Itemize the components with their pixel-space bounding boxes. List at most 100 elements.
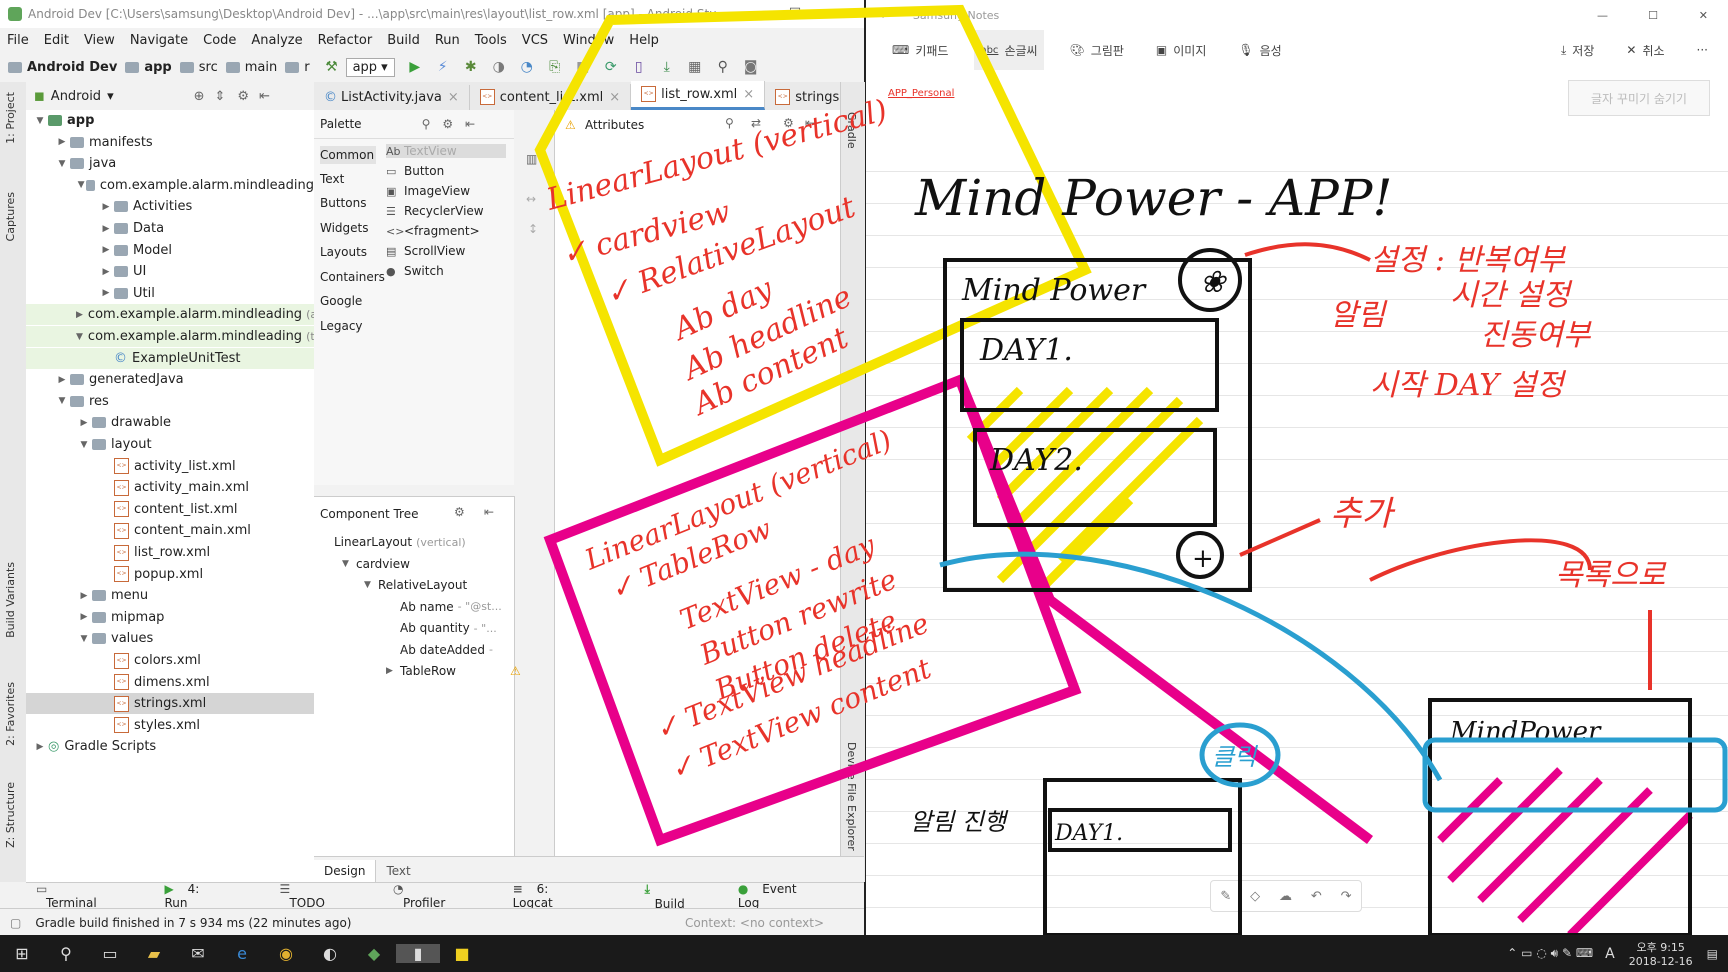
- tool-tab-gradle[interactable]: Gradle: [845, 112, 858, 149]
- back-arrow-icon[interactable]: ←: [880, 8, 891, 23]
- tree-item[interactable]: <> content_list.xml: [26, 499, 314, 520]
- tree-item[interactable]: <> popup.xml: [26, 564, 314, 585]
- close-icon[interactable]: ×: [448, 90, 459, 105]
- hide-icon[interactable]: ⇤: [259, 89, 270, 104]
- make-hammer-icon[interactable]: ⚒: [323, 58, 341, 76]
- chevron-right-icon[interactable]: ▶: [54, 137, 70, 147]
- note-canvas[interactable]: [866, 140, 1728, 935]
- search-icon[interactable]: ⚲: [725, 116, 734, 130]
- chevron-down-icon[interactable]: ▾: [107, 89, 114, 104]
- undo-icon[interactable]: ↶: [1311, 889, 1322, 904]
- sdk-manager-icon[interactable]: ⤓: [658, 58, 676, 76]
- warning-icon[interactable]: ⚠: [510, 664, 521, 678]
- menu-refactor[interactable]: Refactor: [318, 33, 373, 48]
- chevron-down-icon[interactable]: ▼: [364, 580, 378, 590]
- tool-tab-device-file-explorer[interactable]: Device File Explorer: [845, 742, 858, 851]
- tree-item[interactable]: ▶ UI: [26, 261, 314, 282]
- chevron-down-icon[interactable]: ▼: [32, 116, 48, 126]
- chevron-right-icon[interactable]: ▶: [98, 245, 114, 255]
- tree-item[interactable]: ▼ res: [26, 391, 314, 412]
- resize-horizontal-icon[interactable]: ↔: [526, 192, 536, 206]
- chevron-right-icon[interactable]: ▶: [98, 224, 114, 234]
- menu-file[interactable]: File: [7, 33, 29, 48]
- sticky-notes-icon[interactable]: ■: [440, 944, 484, 963]
- tree-item[interactable]: <> strings.xml: [26, 693, 314, 715]
- chevron-right-icon[interactable]: ▶: [98, 267, 114, 277]
- sync-gradle-icon[interactable]: ⟳: [602, 58, 620, 76]
- minimize-icon[interactable]: —: [1597, 9, 1608, 22]
- coverage-icon[interactable]: ◑: [490, 58, 508, 76]
- tool-tab-build-variants[interactable]: Build Variants: [4, 562, 17, 638]
- task-view-icon[interactable]: ▭: [88, 944, 132, 963]
- user-icon[interactable]: ◙: [742, 58, 760, 76]
- tab-content-list[interactable]: <> content_list.xml ×: [470, 84, 632, 110]
- component-tree-item[interactable]: LinearLayout (vertical): [320, 535, 466, 549]
- attach-debugger-icon[interactable]: ⎘: [546, 58, 564, 76]
- project-structure-icon[interactable]: ▦: [686, 58, 704, 76]
- start-icon[interactable]: ⊞: [0, 944, 44, 963]
- tool-drawing[interactable]: 🎨︎ 그림판: [1064, 30, 1130, 70]
- tool-tab-favorites[interactable]: 2: Favorites: [4, 682, 17, 746]
- search-icon[interactable]: ⚲: [44, 944, 88, 963]
- tree-item[interactable]: ▼ layout: [26, 434, 314, 455]
- debug-icon[interactable]: ✱: [462, 58, 480, 76]
- menu-analyze[interactable]: Analyze: [251, 33, 302, 48]
- chevron-right-icon[interactable]: ▶: [76, 612, 92, 622]
- chevron-right-icon[interactable]: ▶: [76, 418, 92, 428]
- tree-item[interactable]: ▶ manifests: [26, 132, 314, 153]
- event-log-button[interactable]: ● Event Log: [738, 882, 840, 910]
- tree-item[interactable]: ▶ drawable: [26, 412, 314, 433]
- app-icon[interactable]: ◐: [308, 944, 352, 963]
- warning-icon[interactable]: ⚠: [565, 118, 576, 132]
- hide-icon[interactable]: ⇤: [484, 505, 494, 519]
- tree-item[interactable]: ▶ ◎ Gradle Scripts: [26, 736, 314, 757]
- component-tree-item[interactable]: ▼ cardview: [342, 557, 414, 571]
- project-view-select[interactable]: Android: [51, 89, 101, 104]
- tab-text[interactable]: Text: [376, 860, 420, 882]
- chevron-down-icon[interactable]: ▼: [76, 180, 86, 190]
- close-icon[interactable]: ×: [743, 87, 754, 102]
- chevron-down-icon[interactable]: ▼: [76, 440, 92, 450]
- hide-icon[interactable]: ⇤: [465, 117, 475, 131]
- chevron-right-icon[interactable]: ▶: [76, 591, 92, 601]
- palette-item-imageview[interactable]: ▣ ImageView: [386, 184, 470, 198]
- tree-item[interactable]: ▶ Model: [26, 240, 314, 261]
- palette-category-buttons[interactable]: Buttons: [320, 196, 366, 210]
- tree-item[interactable]: ▶ generatedJava: [26, 369, 314, 390]
- chevron-right-icon[interactable]: ▶: [32, 742, 48, 752]
- mail-icon[interactable]: ✉: [176, 944, 220, 963]
- breadcrumb-src[interactable]: src: [179, 60, 218, 75]
- edge-icon[interactable]: e: [220, 944, 264, 963]
- palette-category-text[interactable]: Text: [320, 172, 344, 186]
- tree-item[interactable]: ▼ values: [26, 628, 314, 649]
- chevron-right-icon[interactable]: ▶: [54, 375, 70, 385]
- chrome-icon[interactable]: ◉: [264, 944, 308, 963]
- hide-text-style-button[interactable]: 글자 꾸미기 숨기기: [1568, 80, 1710, 116]
- cloud-icon[interactable]: ☁: [1279, 889, 1292, 904]
- gear-icon[interactable]: ⚙: [442, 117, 453, 131]
- chevron-down-icon[interactable]: ▼: [342, 559, 356, 569]
- chevron-down-icon[interactable]: ▼: [54, 396, 70, 406]
- chevron-right-icon[interactable]: ▶: [386, 666, 400, 676]
- tree-item[interactable]: ▶ Activities: [26, 196, 314, 217]
- tool-tab-captures[interactable]: Captures: [4, 192, 17, 241]
- run-config-select[interactable]: app ▾: [345, 57, 395, 77]
- palette-category-legacy[interactable]: Legacy: [320, 319, 363, 333]
- tree-item[interactable]: ▼ java: [26, 153, 314, 174]
- component-tree-item[interactable]: Ab quantity - "...: [386, 621, 497, 635]
- tool-handwriting[interactable]: abc 손글씨: [974, 30, 1044, 70]
- avd-manager-icon[interactable]: ▯: [630, 58, 648, 76]
- close-icon[interactable]: ✕: [1699, 9, 1708, 22]
- palette-category-containers[interactable]: Containers: [320, 270, 385, 284]
- gear-icon[interactable]: ⚙: [237, 89, 249, 104]
- chevron-right-icon[interactable]: ▶: [98, 202, 114, 212]
- palette-item-fragment[interactable]: <> <fragment>: [386, 224, 480, 238]
- palette-category-layouts[interactable]: Layouts: [320, 245, 367, 259]
- tool-tab-project[interactable]: 1: Project: [4, 92, 17, 144]
- palette-item-button[interactable]: ▭ Button: [386, 164, 444, 178]
- search-icon[interactable]: ⚲: [422, 117, 431, 131]
- android-studio-taskbar-icon[interactable]: ◆: [352, 944, 396, 963]
- clock[interactable]: 오후 9:15 2018-12-16: [1629, 939, 1693, 968]
- chevron-right-icon[interactable]: ▶: [76, 310, 83, 320]
- tree-item[interactable]: ▼ com.example.alarm.mindleading: [26, 175, 314, 196]
